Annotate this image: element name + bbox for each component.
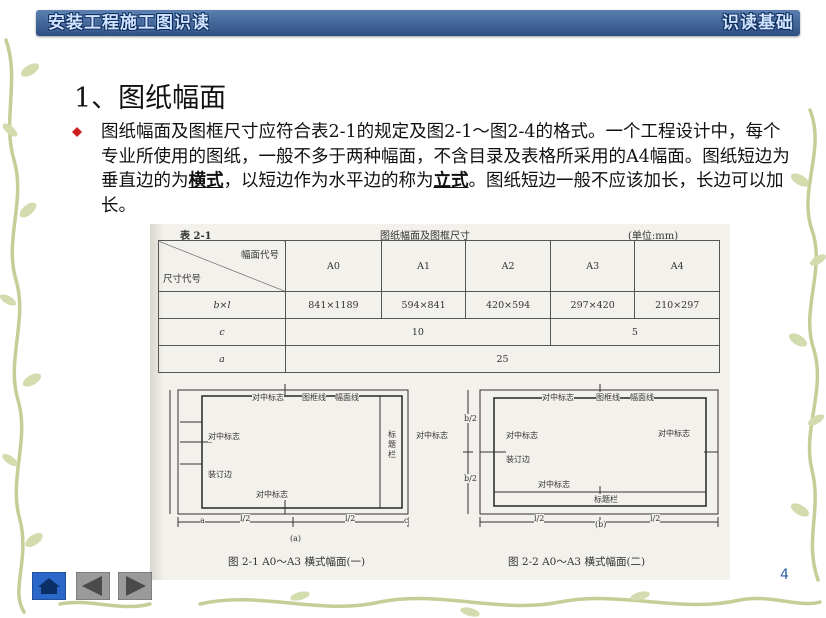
fig2-frame-line: 图框线 <box>596 392 620 403</box>
fig1-frame-line: 图框线 <box>302 392 326 403</box>
col-a1: A1 <box>380 240 467 292</box>
fig1-center-mark-left: 对中标志 <box>208 431 240 442</box>
fig2-center-mark-right: 对中标志 <box>658 428 690 439</box>
row-label-a: a <box>158 345 286 373</box>
fig2-dim-half-l-2: l/2 <box>650 514 661 523</box>
col-a2: A2 <box>465 240 551 292</box>
figure-1-caption: 图 2-1 A0～A3 横式幅面(一) <box>228 556 366 568</box>
cell-a1-size: 594×841 <box>380 291 467 319</box>
col-a3: A3 <box>549 240 636 292</box>
fig1-dim-c: c <box>404 516 409 525</box>
fig2-title-block: 标题栏 <box>594 494 618 505</box>
fig1-center-mark-top: 对中标志 <box>252 392 284 403</box>
fig1-sub-label: (a) <box>290 534 302 543</box>
term-horizontal: 横式 <box>188 171 224 191</box>
fig1-dim-a: a <box>200 516 205 525</box>
term-vertical: 立式 <box>433 171 469 191</box>
paper-size-table: 幅面代号 尺寸代号 A0 A1 A2 A3 A4 b×l 841×1189 59… <box>158 240 721 373</box>
fig1-center-mark-right: 对中标志 <box>416 430 448 441</box>
table-corner-cell: 幅面代号 尺寸代号 <box>158 240 286 292</box>
fig1-center-mark-bottom: 对中标志 <box>256 489 288 500</box>
table-row: c 10 5 <box>158 318 721 346</box>
cell-a0-size: 841×1189 <box>285 291 382 319</box>
page-number: 4 <box>780 567 789 583</box>
fig2-center-mark-top: 对中标志 <box>542 392 574 403</box>
cell-a2-size: 420×594 <box>465 291 551 319</box>
fig1-binding-edge: 装订边 <box>208 469 232 480</box>
fig2-dim-half-l-1: l/2 <box>534 514 545 523</box>
prev-arrow-icon[interactable] <box>76 572 110 600</box>
slide-heading: 1、图纸幅面 <box>74 83 227 114</box>
diag-top-label: 幅面代号 <box>240 250 279 261</box>
fig2-trim-line: 幅面线 <box>630 392 654 403</box>
col-a0: A0 <box>285 240 382 292</box>
row-label-c: c <box>158 318 286 346</box>
diag-bottom-label: 尺寸代号 <box>163 274 202 285</box>
col-a4: A4 <box>634 240 720 292</box>
fig2-sub-label: (b) <box>595 520 607 529</box>
cell-a4-size: 210×297 <box>634 291 720 319</box>
fig2-dim-half-b-2: b/2 <box>464 474 477 483</box>
diamond-bullet-icon <box>72 127 82 137</box>
cell-c-a3-a4: 5 <box>549 318 721 346</box>
figure-2-drawing <box>463 384 719 527</box>
figure-2-caption: 图 2-2 A0～A3 横式幅面(二) <box>508 556 646 568</box>
para-text-2: ，以短边作为水平边的称为 <box>223 171 434 191</box>
row-label-bxl: b×l <box>158 291 286 319</box>
cell-a3-size: 297×420 <box>549 291 636 319</box>
cell-a-all: 25 <box>285 345 720 373</box>
cell-c-a0-a2: 10 <box>285 318 551 346</box>
table-row: a 25 <box>158 345 720 373</box>
fig1-dim-half-l-2: l/2 <box>345 514 356 523</box>
header-section-label: 识读基础 <box>722 13 794 33</box>
table-row: b×l 841×1189 594×841 420×594 297×420 210… <box>158 291 720 319</box>
fig2-binding-edge: 装订边 <box>506 454 530 465</box>
scanned-figure: 表 2-1 图纸幅面及图框尺寸 (单位:mm) 幅面代号 尺寸代号 A0 A1 … <box>150 224 730 580</box>
figure-1-drawing <box>169 384 409 527</box>
next-arrow-icon[interactable] <box>118 572 152 600</box>
home-icon[interactable] <box>32 572 66 600</box>
fig2-center-mark-left: 对中标志 <box>506 430 538 441</box>
body-paragraph: 图纸幅面及图框尺寸应符合表2-1的规定及图2-1～图2-4的格式。一个工程设计中… <box>101 120 791 218</box>
fig1-title-block: 标题栏 <box>388 430 400 460</box>
fig2-center-mark-bottom: 对中标志 <box>538 479 570 490</box>
header-title: 安装工程施工图识读 <box>48 13 210 33</box>
fig2-dim-half-b-1: b/2 <box>464 414 477 423</box>
fig1-trim-line: 幅面线 <box>335 392 359 403</box>
fig1-dim-half-l-1: l/2 <box>240 514 251 523</box>
